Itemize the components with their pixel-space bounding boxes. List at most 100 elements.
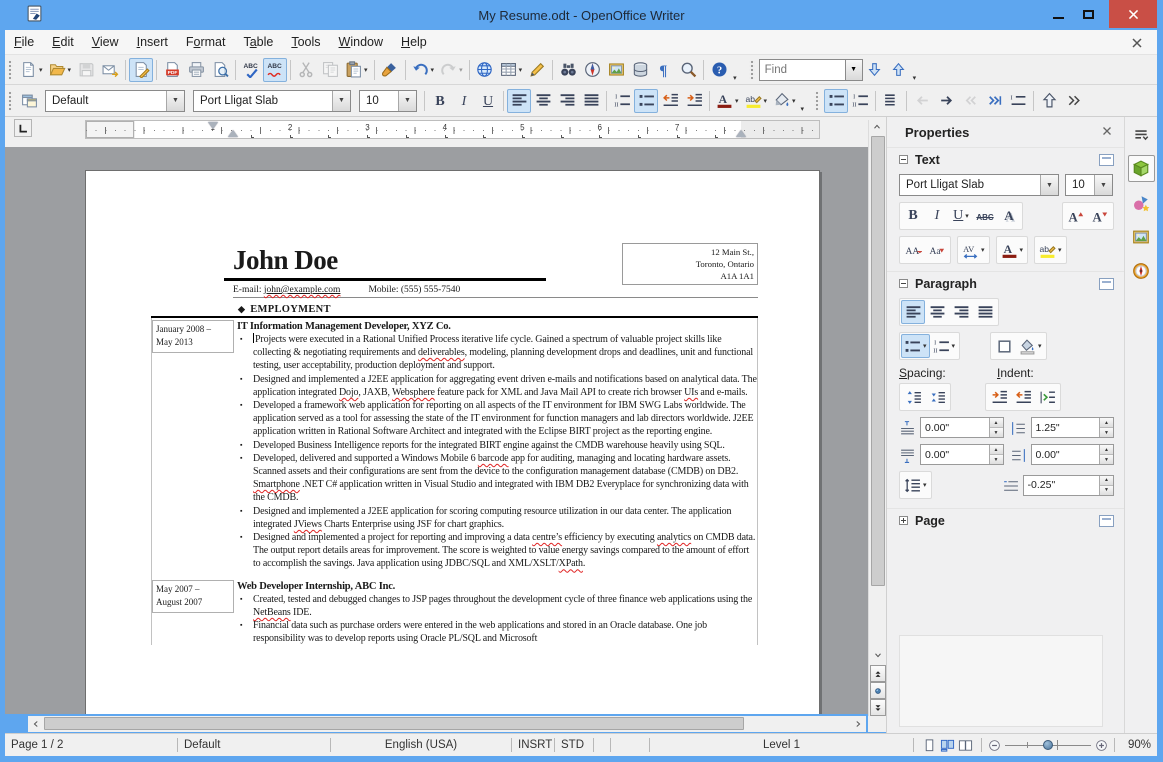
sidebar-font-size-combo[interactable]: 10 ▼ xyxy=(1065,174,1113,196)
tab-stop-selector[interactable] xyxy=(14,119,32,137)
align-justified-button[interactable] xyxy=(973,300,997,324)
styles-and-formatting-button[interactable] xyxy=(17,89,41,113)
chevron-down-icon[interactable]: ▾ xyxy=(68,66,72,74)
scroll-down-arrow-icon[interactable] xyxy=(870,648,886,662)
spinner-buttons[interactable]: ▲ ▼ xyxy=(1099,475,1113,495)
chevron-down-icon[interactable]: ▾ xyxy=(459,66,463,74)
chevron-down-icon[interactable]: ▾ xyxy=(923,342,927,350)
italic-button[interactable]: I xyxy=(452,89,476,113)
open-button[interactable]: ▾ xyxy=(46,58,75,82)
first-line-indent-field[interactable]: ▲▼ xyxy=(1022,474,1114,496)
text-dialog-launcher-icon[interactable] xyxy=(1099,153,1114,166)
close-button[interactable] xyxy=(1109,0,1157,28)
increase-indent-button[interactable] xyxy=(987,385,1011,409)
align-right-button[interactable] xyxy=(949,300,973,324)
section-header-text[interactable]: Text xyxy=(887,147,1124,171)
tab-styles-formatting-button[interactable] xyxy=(1128,189,1155,216)
strikethrough-button[interactable]: ABC xyxy=(973,204,997,228)
shadow-button[interactable]: A xyxy=(997,204,1021,228)
italic-button[interactable]: I xyxy=(925,204,949,228)
status-insert-mode[interactable]: INSRT xyxy=(512,739,554,751)
sidebar-font-name-combo[interactable]: Port Lligat Slab ▼ xyxy=(899,174,1059,196)
character-spacing-button[interactable]: AV ▾ xyxy=(959,238,988,262)
chevron-down-icon[interactable]: ▾ xyxy=(952,342,956,350)
chevron-down-icon[interactable]: ▾ xyxy=(965,212,969,220)
menu-item-format[interactable]: Format xyxy=(177,32,235,52)
spinner-buttons[interactable]: ▲ ▼ xyxy=(988,445,1003,464)
vertical-scrollbar[interactable] xyxy=(868,120,886,716)
horizontal-ruler[interactable]: 1234567 xyxy=(85,120,820,139)
right-indent-marker[interactable] xyxy=(736,130,746,137)
status-language[interactable]: English (USA) xyxy=(331,739,511,751)
page-preview-button[interactable] xyxy=(208,58,232,82)
save-button[interactable] xyxy=(74,58,98,82)
zoom-out-icon[interactable] xyxy=(988,739,1001,752)
scroll-right-arrow-icon[interactable] xyxy=(850,717,866,731)
table-button[interactable]: ▾ xyxy=(497,58,526,82)
spinner-buttons[interactable]: ▲ ▼ xyxy=(988,418,1003,437)
navigation-button[interactable] xyxy=(870,682,886,699)
font-name-combo[interactable]: Port Lligat Slab ▼ xyxy=(193,89,351,112)
chevron-down-icon[interactable]: ▼ xyxy=(844,58,863,81)
chevron-down-icon[interactable]: ▾ xyxy=(1038,342,1042,350)
underline-button[interactable]: U ▾ xyxy=(949,204,973,228)
background-color-button[interactable]: ▾ xyxy=(770,89,799,113)
align-center-button[interactable] xyxy=(531,89,555,113)
help-button[interactable]: ? xyxy=(707,58,731,82)
before-text-indent-field[interactable]: ▲▼ xyxy=(1030,417,1114,438)
chevron-down-icon[interactable]: ▾ xyxy=(364,66,368,74)
email-document-button[interactable] xyxy=(98,58,122,82)
find-input[interactable] xyxy=(758,58,845,81)
menu-item-tools[interactable]: Tools xyxy=(282,32,329,52)
underline-button[interactable]: U xyxy=(476,89,500,113)
tab-navigator-button[interactable] xyxy=(1128,257,1155,284)
hanging-indent-marker[interactable] xyxy=(228,130,238,137)
drawing-button[interactable] xyxy=(525,58,549,82)
toolbar-more-button[interactable] xyxy=(1061,89,1085,113)
bold-button[interactable]: B xyxy=(428,89,452,113)
data-sources-button[interactable] xyxy=(628,58,652,82)
new-document-button[interactable]: ▾ xyxy=(17,58,46,82)
line-spacing-button[interactable]: ▾ xyxy=(901,473,930,497)
chevron-down-icon[interactable]: ▾ xyxy=(431,66,435,74)
spelling-button[interactable]: ABC xyxy=(239,58,263,82)
font-size-combo[interactable]: 10 ▼ xyxy=(359,89,417,112)
zoom-slider-thumb[interactable] xyxy=(1043,740,1053,750)
maximize-button[interactable] xyxy=(1073,3,1103,25)
paragraph-dialog-launcher-icon[interactable] xyxy=(1099,277,1114,290)
email-link[interactable]: john@example.com xyxy=(264,285,341,295)
promote-one-level-button[interactable] xyxy=(910,89,934,113)
vertical-scroll-thumb[interactable] xyxy=(871,136,885,586)
bullet-list-button[interactable] xyxy=(634,88,658,113)
spinner-buttons[interactable]: ▲ ▼ xyxy=(1099,418,1113,437)
align-center-button[interactable] xyxy=(925,300,949,324)
toolbar-options-button[interactable]: ▾ xyxy=(911,58,919,82)
chevron-down-icon[interactable]: ▼ xyxy=(332,90,350,111)
undo-button[interactable]: ▾ xyxy=(409,58,438,82)
status-page-count[interactable]: Page 1 / 2 xyxy=(5,739,177,751)
status-outline-level[interactable]: Level 1 xyxy=(650,739,913,751)
first-line-indent-marker[interactable] xyxy=(208,122,218,129)
status-zoom-percent[interactable]: 90% xyxy=(1115,739,1157,751)
copy-button[interactable] xyxy=(318,58,342,82)
paragraph-background-button[interactable]: ▾ xyxy=(1016,334,1045,358)
switch-hanging-indent-button[interactable] xyxy=(1035,385,1059,409)
after-text-indent-field[interactable]: ▲▼ xyxy=(1030,444,1114,465)
decrease-indent-button[interactable] xyxy=(1011,385,1035,409)
chevron-down-icon[interactable]: ▼ xyxy=(1040,175,1058,195)
find-replace-button[interactable] xyxy=(556,58,580,82)
auto-spellcheck-button[interactable]: ABC xyxy=(263,57,288,82)
collapse-icon[interactable] xyxy=(899,279,908,288)
hyperlink-button[interactable] xyxy=(473,58,497,82)
toolbar-grip[interactable] xyxy=(7,90,13,111)
tab-gallery-button[interactable] xyxy=(1128,223,1155,250)
highlighting-button[interactable]: ab ▾ xyxy=(742,89,771,113)
menu-item-help[interactable]: Help xyxy=(392,32,436,52)
section-header-page[interactable]: Page xyxy=(887,508,1124,532)
scroll-up-arrow-icon[interactable] xyxy=(869,120,885,134)
font-color-button[interactable]: A ▾ xyxy=(713,89,742,113)
chevron-down-icon[interactable]: ▾ xyxy=(923,481,927,489)
nonprinting-characters-button[interactable]: ¶ xyxy=(652,58,676,82)
spinner-buttons[interactable]: ▲ ▼ xyxy=(1099,445,1113,464)
document-page[interactable]: John Doe 12 Main St., Toronto, Ontario A1A… xyxy=(85,170,820,714)
